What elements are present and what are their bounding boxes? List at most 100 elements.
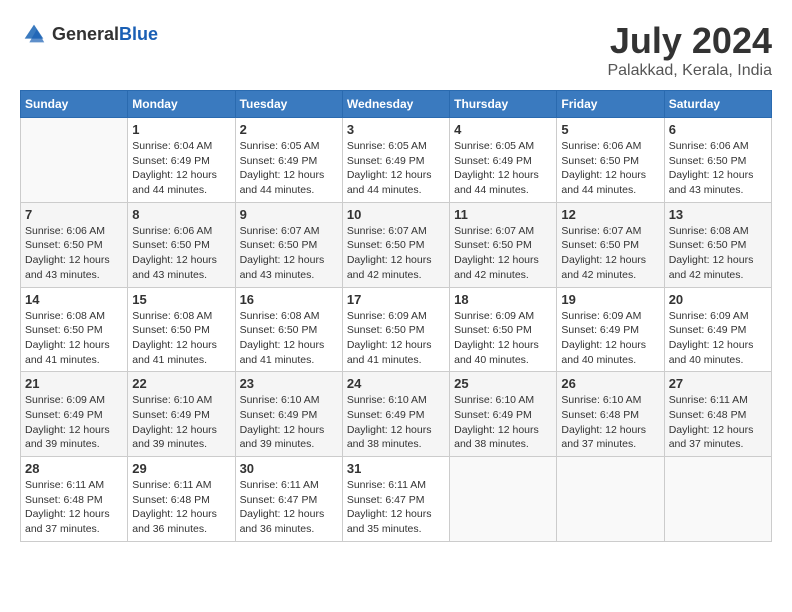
sunset-text: Sunset: 6:48 PM	[132, 494, 210, 506]
day-info: Sunrise: 6:10 AM Sunset: 6:49 PM Dayligh…	[347, 393, 445, 452]
sunset-text: Sunset: 6:49 PM	[454, 155, 532, 167]
month-title: July 2024	[607, 20, 772, 62]
sunset-text: Sunset: 6:50 PM	[132, 239, 210, 251]
sunrise-text: Sunrise: 6:08 AM	[240, 310, 320, 322]
sunrise-text: Sunrise: 6:07 AM	[240, 225, 320, 237]
sunset-text: Sunset: 6:50 PM	[561, 239, 639, 251]
day-number: 21	[25, 376, 123, 391]
day-info: Sunrise: 6:11 AM Sunset: 6:47 PM Dayligh…	[240, 478, 338, 537]
daylight-text: Daylight: 12 hours and 39 minutes.	[132, 424, 217, 451]
sunrise-text: Sunrise: 6:06 AM	[561, 140, 641, 152]
daylight-text: Daylight: 12 hours and 43 minutes.	[25, 254, 110, 281]
daylight-text: Daylight: 12 hours and 44 minutes.	[347, 169, 432, 196]
table-row	[450, 457, 557, 542]
col-monday: Monday	[128, 91, 235, 118]
logo-general: General	[52, 24, 119, 44]
page-header: GeneralBlue July 2024 Palakkad, Kerala, …	[20, 20, 772, 80]
sunset-text: Sunset: 6:49 PM	[347, 409, 425, 421]
sunset-text: Sunset: 6:50 PM	[454, 324, 532, 336]
day-info: Sunrise: 6:08 AM Sunset: 6:50 PM Dayligh…	[25, 309, 123, 368]
col-thursday: Thursday	[450, 91, 557, 118]
sunrise-text: Sunrise: 6:09 AM	[561, 310, 641, 322]
day-number: 16	[240, 292, 338, 307]
table-row: 7 Sunrise: 6:06 AM Sunset: 6:50 PM Dayli…	[21, 202, 128, 287]
day-info: Sunrise: 6:11 AM Sunset: 6:48 PM Dayligh…	[25, 478, 123, 537]
sunrise-text: Sunrise: 6:11 AM	[240, 479, 319, 491]
sunset-text: Sunset: 6:49 PM	[669, 324, 747, 336]
table-row: 20 Sunrise: 6:09 AM Sunset: 6:49 PM Dayl…	[664, 287, 771, 372]
daylight-text: Daylight: 12 hours and 43 minutes.	[240, 254, 325, 281]
daylight-text: Daylight: 12 hours and 37 minutes.	[25, 508, 110, 535]
sunset-text: Sunset: 6:48 PM	[25, 494, 103, 506]
table-row	[557, 457, 664, 542]
location-title: Palakkad, Kerala, India	[607, 62, 772, 80]
table-row: 9 Sunrise: 6:07 AM Sunset: 6:50 PM Dayli…	[235, 202, 342, 287]
calendar-week-2: 7 Sunrise: 6:06 AM Sunset: 6:50 PM Dayli…	[21, 202, 772, 287]
sunset-text: Sunset: 6:49 PM	[240, 155, 318, 167]
day-info: Sunrise: 6:10 AM Sunset: 6:49 PM Dayligh…	[132, 393, 230, 452]
table-row: 29 Sunrise: 6:11 AM Sunset: 6:48 PM Dayl…	[128, 457, 235, 542]
calendar-week-3: 14 Sunrise: 6:08 AM Sunset: 6:50 PM Dayl…	[21, 287, 772, 372]
sunrise-text: Sunrise: 6:06 AM	[669, 140, 749, 152]
logo-icon	[20, 20, 48, 48]
day-info: Sunrise: 6:06 AM Sunset: 6:50 PM Dayligh…	[669, 139, 767, 198]
table-row: 1 Sunrise: 6:04 AM Sunset: 6:49 PM Dayli…	[128, 118, 235, 203]
sunrise-text: Sunrise: 6:07 AM	[347, 225, 427, 237]
sunset-text: Sunset: 6:49 PM	[25, 409, 103, 421]
day-info: Sunrise: 6:08 AM Sunset: 6:50 PM Dayligh…	[669, 224, 767, 283]
day-number: 14	[25, 292, 123, 307]
table-row	[21, 118, 128, 203]
sunset-text: Sunset: 6:50 PM	[347, 239, 425, 251]
table-row: 16 Sunrise: 6:08 AM Sunset: 6:50 PM Dayl…	[235, 287, 342, 372]
day-number: 7	[25, 207, 123, 222]
title-block: July 2024 Palakkad, Kerala, India	[607, 20, 772, 80]
sunset-text: Sunset: 6:49 PM	[347, 155, 425, 167]
sunset-text: Sunset: 6:50 PM	[561, 155, 639, 167]
day-info: Sunrise: 6:04 AM Sunset: 6:49 PM Dayligh…	[132, 139, 230, 198]
sunrise-text: Sunrise: 6:11 AM	[132, 479, 211, 491]
table-row: 25 Sunrise: 6:10 AM Sunset: 6:49 PM Dayl…	[450, 372, 557, 457]
day-info: Sunrise: 6:07 AM Sunset: 6:50 PM Dayligh…	[561, 224, 659, 283]
table-row: 14 Sunrise: 6:08 AM Sunset: 6:50 PM Dayl…	[21, 287, 128, 372]
table-row: 5 Sunrise: 6:06 AM Sunset: 6:50 PM Dayli…	[557, 118, 664, 203]
daylight-text: Daylight: 12 hours and 42 minutes.	[561, 254, 646, 281]
table-row: 21 Sunrise: 6:09 AM Sunset: 6:49 PM Dayl…	[21, 372, 128, 457]
daylight-text: Daylight: 12 hours and 35 minutes.	[347, 508, 432, 535]
sunrise-text: Sunrise: 6:08 AM	[25, 310, 105, 322]
daylight-text: Daylight: 12 hours and 39 minutes.	[240, 424, 325, 451]
sunrise-text: Sunrise: 6:05 AM	[347, 140, 427, 152]
day-info: Sunrise: 6:05 AM Sunset: 6:49 PM Dayligh…	[454, 139, 552, 198]
table-row	[664, 457, 771, 542]
sunrise-text: Sunrise: 6:07 AM	[454, 225, 534, 237]
daylight-text: Daylight: 12 hours and 41 minutes.	[25, 339, 110, 366]
sunset-text: Sunset: 6:50 PM	[669, 155, 747, 167]
table-row: 15 Sunrise: 6:08 AM Sunset: 6:50 PM Dayl…	[128, 287, 235, 372]
sunrise-text: Sunrise: 6:10 AM	[347, 394, 427, 406]
daylight-text: Daylight: 12 hours and 42 minutes.	[454, 254, 539, 281]
table-row: 8 Sunrise: 6:06 AM Sunset: 6:50 PM Dayli…	[128, 202, 235, 287]
table-row: 10 Sunrise: 6:07 AM Sunset: 6:50 PM Dayl…	[342, 202, 449, 287]
day-number: 20	[669, 292, 767, 307]
day-info: Sunrise: 6:06 AM Sunset: 6:50 PM Dayligh…	[25, 224, 123, 283]
day-number: 17	[347, 292, 445, 307]
daylight-text: Daylight: 12 hours and 44 minutes.	[454, 169, 539, 196]
day-number: 13	[669, 207, 767, 222]
day-number: 23	[240, 376, 338, 391]
day-number: 22	[132, 376, 230, 391]
day-number: 27	[669, 376, 767, 391]
day-number: 4	[454, 122, 552, 137]
sunset-text: Sunset: 6:50 PM	[454, 239, 532, 251]
table-row: 12 Sunrise: 6:07 AM Sunset: 6:50 PM Dayl…	[557, 202, 664, 287]
calendar-week-1: 1 Sunrise: 6:04 AM Sunset: 6:49 PM Dayli…	[21, 118, 772, 203]
day-info: Sunrise: 6:07 AM Sunset: 6:50 PM Dayligh…	[454, 224, 552, 283]
day-number: 29	[132, 461, 230, 476]
day-number: 6	[669, 122, 767, 137]
sunrise-text: Sunrise: 6:06 AM	[25, 225, 105, 237]
sunset-text: Sunset: 6:50 PM	[240, 324, 318, 336]
sunset-text: Sunset: 6:47 PM	[240, 494, 318, 506]
daylight-text: Daylight: 12 hours and 41 minutes.	[240, 339, 325, 366]
table-row: 4 Sunrise: 6:05 AM Sunset: 6:49 PM Dayli…	[450, 118, 557, 203]
sunset-text: Sunset: 6:50 PM	[25, 239, 103, 251]
day-info: Sunrise: 6:05 AM Sunset: 6:49 PM Dayligh…	[240, 139, 338, 198]
day-info: Sunrise: 6:11 AM Sunset: 6:48 PM Dayligh…	[669, 393, 767, 452]
